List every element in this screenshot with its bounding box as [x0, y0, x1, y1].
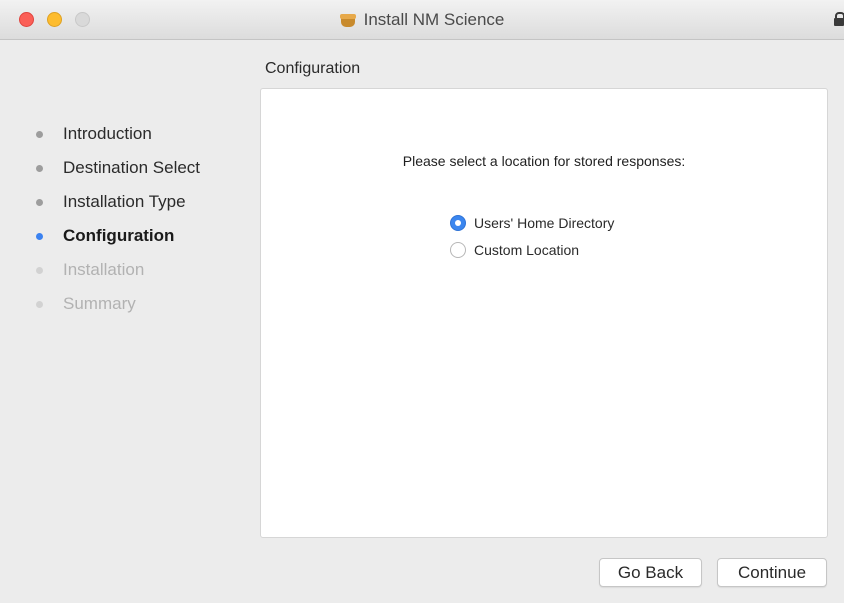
window-title: Install NM Science — [363, 10, 505, 29]
minimize-window-button[interactable] — [47, 12, 62, 27]
radio-option-home-directory[interactable]: Users' Home Directory — [450, 213, 614, 233]
location-prompt: Please select a location for stored resp… — [402, 153, 686, 169]
window-title-group: Install NM Science — [0, 0, 844, 40]
radio-button-selected[interactable] — [450, 215, 466, 231]
step-destination-select: Destination Select — [36, 151, 256, 185]
page-title: Configuration — [265, 60, 361, 77]
step-bullet-icon — [36, 300, 43, 308]
step-installation-type: Installation Type — [36, 185, 256, 219]
step-installation: Installation — [36, 253, 256, 287]
step-introduction: Introduction — [36, 117, 256, 151]
radio-label[interactable]: Custom Location — [474, 242, 579, 258]
radio-label[interactable]: Users' Home Directory — [474, 215, 614, 231]
content-panel: Please select a location for stored resp… — [260, 88, 828, 538]
lock-icon[interactable] — [834, 12, 844, 26]
step-label: Installation Type — [63, 192, 186, 211]
step-label: Configuration — [63, 226, 175, 245]
step-label: Installation — [63, 260, 145, 279]
radio-button-unselected[interactable] — [450, 242, 466, 258]
step-label: Summary — [63, 294, 136, 313]
step-label: Destination Select — [63, 158, 201, 177]
zoom-window-button[interactable] — [75, 12, 90, 27]
step-configuration: Configuration — [36, 219, 256, 253]
step-summary: Summary — [36, 287, 256, 321]
go-back-button[interactable]: Go Back — [599, 558, 702, 587]
step-label: Introduction — [63, 124, 152, 143]
step-bullet-icon — [36, 164, 43, 172]
step-bullet-icon — [36, 130, 43, 138]
title-bar: Install NM Science — [0, 0, 844, 40]
step-bullet-icon — [36, 232, 43, 240]
step-bullet-icon — [36, 198, 43, 206]
radio-option-custom-location[interactable]: Custom Location — [450, 240, 579, 260]
installer-steps-sidebar: Introduction Destination Select Installa… — [36, 117, 256, 321]
package-installer-icon — [339, 13, 356, 27]
installer-window: Install NM Science Configuration Introdu… — [0, 0, 844, 603]
close-window-button[interactable] — [19, 12, 34, 27]
step-bullet-icon — [36, 266, 43, 274]
continue-button[interactable]: Continue — [717, 558, 827, 587]
